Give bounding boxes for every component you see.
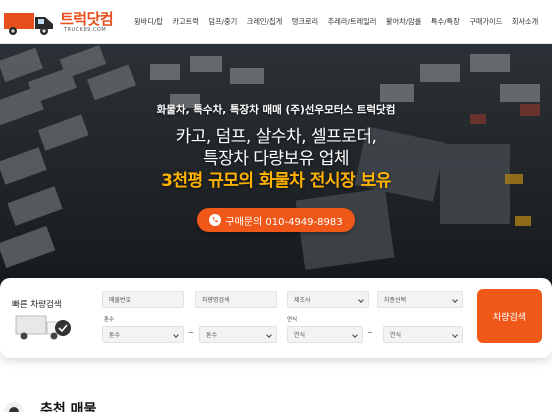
year-to-select[interactable]: 연식 (383, 326, 463, 343)
call-inquiry-button[interactable]: 구매문의 010-4949-8983 (197, 208, 355, 232)
call-inquiry-label: 구매문의 010-4949-8983 (225, 216, 343, 228)
hero-banner: 화물차, 특수차, 특장차 매매 (주)선우모터스 트럭닷컴 카고, 덤프, 살… (0, 44, 552, 290)
nav-item-special[interactable]: 특수/특장 (431, 17, 460, 27)
year-label: 연식 (287, 317, 298, 323)
nav-item-crane[interactable]: 크레인/집게 (247, 17, 283, 27)
nav-item-wingbody[interactable]: 윙바디/탑 (134, 17, 163, 27)
nav-item-fish-carrier[interactable]: 활어차/암롤 (386, 17, 422, 27)
logo-text: 트럭닷컴 (60, 10, 114, 28)
nav-item-dump[interactable]: 덤프/중기 (208, 17, 237, 27)
hero-highlight: 3천평 규모의 화물차 전시장 보유 (161, 171, 391, 191)
nav-item-about[interactable]: 회사소개 (512, 17, 538, 27)
site-header: 트럭닷컴 TRUCK89.COM 윙바디/탑 카고트럭 덤프/중기 크레인/집게… (0, 0, 552, 44)
vehicle-search-button[interactable]: 차량검색 (477, 289, 542, 343)
maker-select[interactable]: 제조사 (287, 291, 369, 308)
tonnage-to-select[interactable]: 톤수 (199, 326, 277, 343)
nav-item-tank-lorry[interactable]: 탱크로리 (292, 17, 318, 27)
model-select[interactable]: 차종선택 (377, 291, 463, 308)
tonnage-label: 톤수 (104, 317, 115, 323)
truck-check-icon (15, 315, 71, 340)
nav-item-cargo[interactable]: 카고트럭 (172, 17, 198, 27)
hero-subtitle: 화물차, 특수차, 특장차 매매 (주)선우모터스 트럭닷컴 (156, 104, 396, 116)
tonnage-from-select[interactable]: 톤수 (102, 326, 184, 343)
listing-number-input[interactable]: 매물번호 (102, 291, 184, 308)
vehicle-name-input[interactable]: 차량명검색 (195, 291, 277, 308)
year-range-separator: ~ (367, 329, 373, 337)
recommended-section-title: 추천 매물 (40, 402, 97, 412)
nav-item-trailer[interactable]: 추레라/트레일러 (328, 17, 377, 27)
nav-item-guide[interactable]: 구매가이드 (469, 17, 502, 27)
tonnage-range-separator: ~ (188, 329, 194, 337)
phone-icon (209, 214, 222, 226)
logo-subtext: TRUCK89.COM (64, 27, 107, 33)
truck-logo-icon (4, 13, 53, 35)
site-logo[interactable]: 트럭닷컴 TRUCK89.COM (4, 6, 124, 38)
main-nav: 윙바디/탑 카고트럭 덤프/중기 크레인/집게 탱크로리 추레라/트레일러 활어… (134, 0, 548, 44)
quick-search-panel: 빠른 차량검색 매물번호 차량명검색 제조사 차종선택 톤수 연식 톤수 ~ 톤… (0, 278, 552, 358)
year-from-select[interactable]: 연식 (287, 326, 363, 343)
recommend-icon (4, 402, 24, 412)
quick-search-title: 빠른 차량검색 (12, 300, 62, 310)
